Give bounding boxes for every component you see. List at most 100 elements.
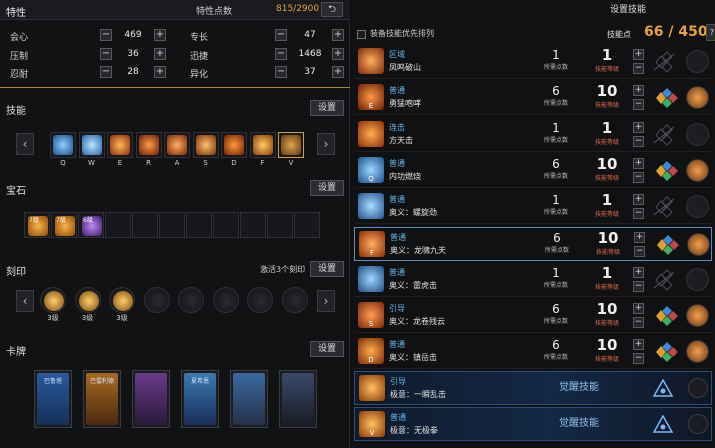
skill-level-minus-button[interactable]: − — [633, 317, 644, 329]
skill-level-plus-button[interactable]: + — [633, 121, 644, 133]
skill-row[interactable]: Q 普通 内功燃烧 6 所需点数 10 技能等级 + − — [354, 154, 712, 188]
tripod-icon[interactable] — [649, 234, 679, 256]
skill-rune-icon[interactable] — [686, 304, 709, 328]
skill-level-minus-button[interactable]: − — [633, 280, 644, 292]
skill-level-minus-button[interactable]: − — [633, 353, 644, 365]
skill-slot[interactable]: D — [221, 132, 247, 167]
minus-button[interactable]: − — [100, 29, 112, 41]
gem-slot[interactable] — [159, 212, 185, 238]
gems-settings-button[interactable]: 设置 — [310, 180, 344, 196]
gem-slot[interactable]: 6级 — [78, 212, 104, 238]
gem-slot[interactable]: 7级 — [24, 212, 50, 238]
engraving-slot[interactable] — [247, 287, 273, 313]
minus-button[interactable]: − — [100, 48, 112, 60]
tripod-icon[interactable] — [648, 123, 678, 146]
skill-rune-icon[interactable] — [687, 232, 710, 256]
tripod-icon[interactable] — [648, 305, 678, 327]
skill-rune-empty-icon[interactable] — [686, 195, 709, 219]
skill-level-plus-button[interactable]: + — [633, 339, 644, 351]
skill-slot[interactable]: F — [249, 132, 276, 167]
tripod-icon[interactable] — [648, 341, 678, 363]
skill-level-plus-button[interactable]: + — [633, 194, 644, 206]
awakening-slot-icon[interactable] — [688, 414, 708, 434]
awakening-slot-icon[interactable] — [688, 378, 708, 398]
card-slot[interactable] — [279, 370, 317, 428]
tripod-icon[interactable] — [648, 196, 678, 218]
skill-slot[interactable]: R — [135, 132, 162, 167]
gem-slot[interactable] — [240, 212, 266, 238]
gem-slot[interactable] — [186, 212, 212, 238]
priority-checkbox[interactable] — [357, 30, 366, 39]
gem-slot[interactable] — [213, 212, 239, 238]
skill-slot[interactable]: V — [278, 132, 304, 167]
skill-row[interactable]: F 普通 奥义：龙啸九天 6 所需点数 10 技能等级 + − — [354, 226, 712, 261]
skill-level-minus-button[interactable]: − — [634, 245, 645, 257]
skill-rune-icon[interactable] — [686, 340, 709, 364]
skill-row[interactable]: 普通 奥义：雷虎击 1 所需点数 1 技能等级 + − — [354, 263, 712, 297]
engraving-slot[interactable] — [143, 287, 170, 313]
minus-button[interactable]: − — [275, 66, 287, 78]
skill-level-plus-button[interactable]: + — [633, 85, 644, 97]
card-slot[interactable]: 巴雷利德 — [83, 370, 121, 428]
skill-rune-icon[interactable] — [686, 158, 709, 182]
skill-slot[interactable]: A — [164, 132, 190, 167]
skill-row[interactable]: S 引导 奥义：龙卷残云 6 所需点数 10 技能等级 + − — [354, 299, 712, 334]
tripod-icon[interactable] — [648, 160, 678, 182]
gem-slot[interactable] — [294, 212, 320, 238]
skill-rune-empty-icon[interactable] — [686, 122, 709, 146]
skill-level-plus-button[interactable]: + — [634, 231, 645, 243]
skill-rune-empty-icon[interactable] — [686, 50, 709, 73]
plus-button[interactable]: + — [154, 29, 166, 41]
awakening-skill-row[interactable]: 引导 极意：一瞬乱击 觉醒技能 — [354, 371, 712, 405]
tripod-icon[interactable] — [648, 87, 678, 109]
gem-slot[interactable]: 7级 — [51, 212, 77, 238]
skill-level-minus-button[interactable]: − — [633, 63, 644, 74]
skill-level-plus-button[interactable]: + — [633, 49, 644, 60]
engraving-slot[interactable]: 3级 — [40, 287, 66, 322]
cards-settings-button[interactable]: 设置 — [310, 341, 344, 357]
skill-level-plus-button[interactable]: + — [633, 157, 644, 169]
card-slot[interactable] — [132, 370, 170, 428]
tripod-icon[interactable] — [648, 269, 678, 291]
engraving-settings-button[interactable]: 设置 — [310, 261, 344, 277]
engraving-slot[interactable] — [212, 287, 239, 313]
card-slot[interactable]: 夏希恩 — [181, 370, 219, 428]
plus-button[interactable]: + — [154, 48, 166, 60]
awakening-skill-row[interactable]: V 普通 极意：无极拳 觉醒技能 — [354, 407, 712, 441]
engraving-prev-arrow-icon[interactable]: ‹ — [16, 290, 34, 312]
skill-level-plus-button[interactable]: + — [633, 266, 644, 278]
skills-prev-arrow-icon[interactable]: ‹ — [16, 133, 34, 155]
gem-slot[interactable] — [105, 212, 131, 238]
skill-slot[interactable]: W — [78, 132, 105, 167]
minus-button[interactable]: − — [100, 66, 112, 78]
skill-slot[interactable]: Q — [50, 132, 76, 167]
engraving-slot[interactable]: 3级 — [74, 287, 101, 322]
gem-slot[interactable] — [267, 212, 293, 238]
skill-row[interactable]: E 普通 勇猛咆哮 6 所需点数 10 技能等级 + − — [354, 81, 712, 116]
skill-slot[interactable]: E — [107, 132, 133, 167]
skill-row[interactable]: D 普通 奥义：镇岳击 6 所需点数 10 技能等级 + − — [354, 335, 712, 370]
skill-row[interactable]: 连击 方天击 1 所需点数 1 技能等级 + − — [354, 118, 712, 152]
card-slot[interactable] — [230, 370, 268, 428]
skill-level-plus-button[interactable]: + — [633, 303, 644, 315]
skill-row[interactable]: 区域 凤鸣破山 1 所需点数 1 技能等级 + − — [354, 45, 712, 79]
skill-rune-icon[interactable] — [686, 86, 709, 110]
engraving-slot[interactable] — [178, 287, 204, 313]
minus-button[interactable]: − — [275, 48, 287, 60]
skill-level-minus-button[interactable]: − — [633, 135, 644, 147]
plus-button[interactable]: + — [154, 66, 166, 78]
plus-button[interactable]: + — [332, 48, 344, 60]
minus-button[interactable]: − — [275, 29, 287, 41]
skill-level-minus-button[interactable]: − — [633, 208, 644, 220]
skill-level-minus-button[interactable]: − — [633, 99, 644, 111]
reset-icon[interactable]: ⮌ — [321, 2, 343, 17]
skill-row[interactable]: 普通 奥义：螺旋劲 1 所需点数 1 技能等级 + − — [354, 190, 712, 225]
skill-rune-empty-icon[interactable] — [686, 267, 709, 291]
skill-points-menu-button[interactable]: ? — [706, 24, 715, 41]
gem-slot[interactable] — [132, 212, 158, 238]
skills-settings-button[interactable]: 设置 — [310, 100, 344, 116]
engraving-slot[interactable] — [281, 287, 308, 313]
skill-slot[interactable]: S — [192, 132, 219, 167]
engraving-next-arrow-icon[interactable]: › — [317, 290, 335, 312]
tripod-icon[interactable] — [648, 51, 678, 73]
